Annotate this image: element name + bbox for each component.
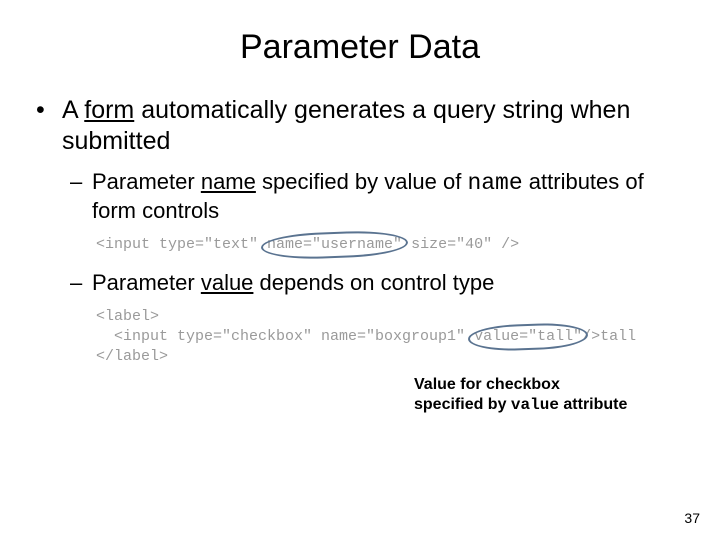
- sub1-pre: Parameter: [92, 169, 201, 194]
- code-example-2: <label> <input type="checkbox" name="box…: [96, 307, 684, 368]
- code2-line3: </label>: [96, 347, 684, 367]
- code1-hl-text: name="username": [267, 236, 402, 253]
- callout-line2-code: value: [511, 396, 559, 414]
- bullet1-post: automatically generates a query string w…: [62, 96, 630, 155]
- callout-label: Value for checkbox specified by value at…: [414, 375, 684, 415]
- code2-line1: <label>: [96, 307, 684, 327]
- bullet-level-1: • A form automatically generates a query…: [36, 95, 684, 158]
- sub1-mid: specified by value of: [256, 169, 468, 194]
- callout-line2-post: attribute: [559, 396, 627, 413]
- sub1-underlined: name: [201, 169, 256, 194]
- page-number: 37: [684, 510, 700, 526]
- code1-pre: <input type="text": [96, 236, 267, 253]
- code-example-1: <input type="text" name="username" size=…: [96, 235, 684, 255]
- code2-line2-post: />tall: [582, 328, 636, 345]
- bullet-dash: –: [70, 269, 92, 297]
- code2-line2-pre: <input type="checkbox" name="boxgroup1": [96, 328, 474, 345]
- code2-line2: <input type="checkbox" name="boxgroup1" …: [96, 327, 684, 347]
- bullet1-form-underlined: form: [84, 96, 134, 124]
- bullet1-text: A form automatically generates a query s…: [62, 95, 684, 158]
- slide-title: Parameter Data: [36, 28, 684, 67]
- code1-line: <input type="text" name="username" size=…: [96, 235, 684, 255]
- sub2-post: depends on control type: [253, 270, 494, 295]
- sub1-text: Parameter name specified by value of nam…: [92, 168, 684, 225]
- sub2-pre: Parameter: [92, 270, 201, 295]
- bullet-dot: •: [36, 95, 62, 158]
- bullet1-pre: A: [62, 96, 84, 124]
- callout-line1: Value for checkbox: [414, 375, 684, 395]
- callout-line2-pre: specified by: [414, 396, 511, 413]
- slide: Parameter Data • A form automatically ge…: [0, 0, 720, 540]
- bullet-dash: –: [70, 168, 92, 225]
- bullet-level-2: – Parameter name specified by value of n…: [70, 168, 684, 225]
- code1-highlight: name="username": [267, 235, 402, 255]
- code2-hl-text: value="tall": [474, 328, 582, 345]
- code2-highlight: value="tall": [474, 327, 582, 347]
- code1-post: size="40" />: [402, 236, 519, 253]
- bullet-level-2: – Parameter value depends on control typ…: [70, 269, 684, 297]
- sub2-underlined: value: [201, 270, 254, 295]
- sub1-code: name: [467, 170, 522, 196]
- callout-line2: specified by value attribute: [414, 395, 684, 415]
- sub2-text: Parameter value depends on control type: [92, 269, 684, 297]
